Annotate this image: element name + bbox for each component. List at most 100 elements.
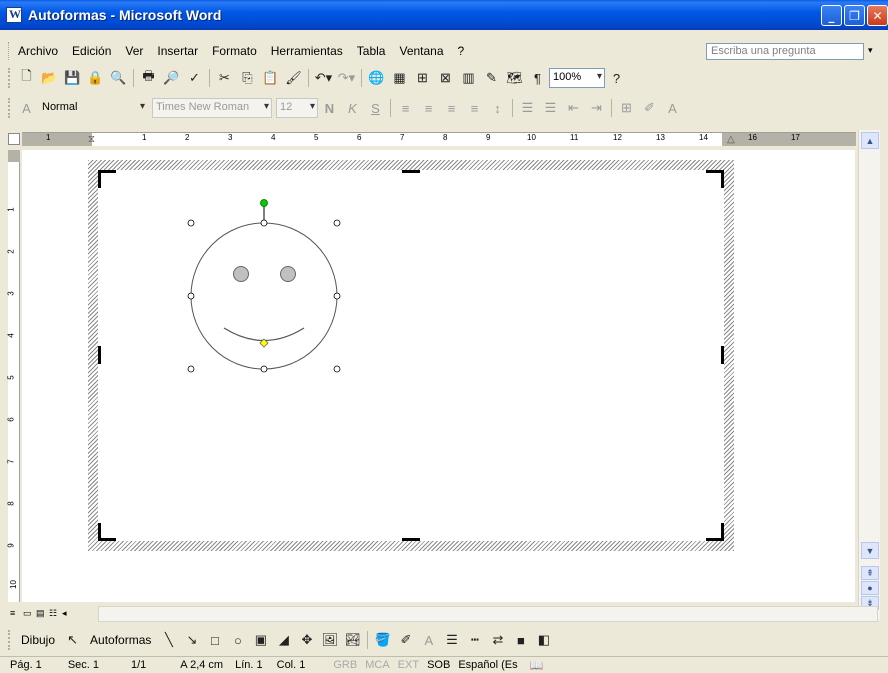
resize-handle[interactable] (333, 219, 341, 227)
print-preview-icon[interactable]: 🔎 (160, 67, 183, 89)
canvas-crop-handle[interactable] (98, 523, 101, 541)
style-select[interactable]: Normal (38, 98, 148, 118)
zoom-select[interactable]: 100% (549, 68, 605, 88)
new-document-icon[interactable]: 🗋 (15, 67, 38, 89)
line-color-icon[interactable]: ✐ (394, 629, 417, 651)
oval-icon[interactable]: ○ (226, 629, 249, 651)
drawing-icon[interactable]: ✎ (480, 67, 503, 89)
styles-formatting-icon[interactable]: A (15, 97, 38, 119)
status-record-macro[interactable]: GRB (305, 659, 357, 671)
toolbar-grip[interactable] (8, 68, 12, 88)
horizontal-scrollbar[interactable] (98, 606, 878, 622)
canvas-crop-handle[interactable] (721, 170, 724, 188)
ask-dropdown-icon[interactable]: ▾ (868, 45, 873, 56)
decrease-indent-icon[interactable]: ⇤ (562, 97, 585, 119)
text-box-icon[interactable]: ▣ (249, 629, 272, 651)
increase-indent-icon[interactable]: ⇥ (585, 97, 608, 119)
toolbar-grip[interactable] (8, 630, 12, 650)
indent-marker-icon[interactable]: ⧖ (88, 134, 95, 145)
font-color-icon[interactable]: A (417, 629, 440, 651)
toolbar-grip[interactable] (8, 98, 12, 118)
document-map-icon[interactable]: 🗺 (503, 67, 526, 89)
resize-handle[interactable] (187, 292, 195, 300)
vertical-ruler[interactable]: 1 2 3 4 5 6 7 8 9 10 (7, 150, 20, 602)
columns-icon[interactable]: ▥ (457, 67, 480, 89)
font-color-icon[interactable]: A (661, 97, 684, 119)
canvas-crop-handle[interactable] (402, 170, 420, 173)
fill-color-icon[interactable]: 🪣 (371, 629, 394, 651)
resize-handle[interactable] (187, 219, 195, 227)
numbering-icon[interactable]: ☰ (516, 97, 539, 119)
insert-picture-icon[interactable]: 🏞 (341, 629, 364, 651)
arrow-style-icon[interactable]: ⇄ (486, 629, 509, 651)
line-spacing-icon[interactable]: ↕ (486, 97, 509, 119)
save-icon[interactable]: 💾 (61, 67, 84, 89)
dash-style-icon[interactable]: ┅ (463, 629, 486, 651)
minimize-icon[interactable]: _ (821, 5, 842, 26)
web-view-icon[interactable]: ▭ (23, 608, 33, 620)
select-browse-object-icon[interactable]: ● (861, 581, 879, 595)
font-size-select[interactable]: 12 (276, 98, 318, 118)
bold-button[interactable]: N (318, 97, 341, 119)
3d-icon[interactable]: ◧ (532, 629, 555, 651)
menu-ventana[interactable]: Ventana (392, 44, 450, 58)
paste-icon[interactable]: 📋 (259, 67, 282, 89)
show-hide-icon[interactable]: ¶ (526, 67, 549, 89)
close-icon[interactable]: ✕ (867, 5, 888, 26)
align-center-icon[interactable]: ≡ (417, 97, 440, 119)
menu-formato[interactable]: Formato (205, 44, 264, 58)
underline-button[interactable]: S (364, 97, 387, 119)
status-track-changes[interactable]: MCA (357, 659, 389, 671)
help-icon[interactable]: ? (605, 67, 628, 89)
menu-archivo[interactable]: Archivo (11, 44, 65, 58)
outline-view-icon[interactable]: ☷ (49, 608, 59, 620)
canvas-crop-handle[interactable] (98, 170, 101, 188)
dibujo-menu[interactable]: Dibujo (15, 633, 61, 647)
spelling-status-icon[interactable]: 📖 (518, 659, 544, 672)
previous-page-icon[interactable]: ⇞ (861, 566, 879, 580)
diagram-icon[interactable]: ✥ (295, 629, 318, 651)
print-icon[interactable]: 🖶 (137, 67, 160, 89)
document-page[interactable] (22, 150, 855, 602)
resize-handle[interactable] (260, 365, 268, 373)
menu-tabla[interactable]: Tabla (350, 44, 393, 58)
bullets-icon[interactable]: ☰ (539, 97, 562, 119)
line-icon[interactable]: ╲ (157, 629, 180, 651)
redo-icon[interactable]: ↷▾ (335, 67, 358, 89)
research-icon[interactable]: 🔍 (107, 67, 130, 89)
select-objects-icon[interactable]: ↖ (61, 629, 84, 651)
italic-button[interactable]: K (341, 97, 364, 119)
scroll-down-icon[interactable]: ▼ (861, 542, 879, 559)
undo-icon[interactable]: ↶▾ (312, 67, 335, 89)
permission-icon[interactable]: 🔒 (84, 67, 107, 89)
menu-insertar[interactable]: Insertar (150, 44, 205, 58)
restore-icon[interactable]: ❐ (844, 5, 865, 26)
tables-borders-icon[interactable]: ▦ (388, 67, 411, 89)
spelling-icon[interactable]: ✓ (183, 67, 206, 89)
hyperlink-icon[interactable]: 🌐 (365, 67, 388, 89)
highlight-icon[interactable]: ✐ (638, 97, 661, 119)
open-icon[interactable]: 📂 (38, 67, 61, 89)
justify-icon[interactable]: ≡ (463, 97, 486, 119)
line-style-icon[interactable]: ☰ (440, 629, 463, 651)
format-painter-icon[interactable]: 🖌 (282, 67, 305, 89)
resize-handle[interactable] (333, 292, 341, 300)
canvas-crop-handle[interactable] (98, 346, 101, 364)
cut-icon[interactable]: ✂ (213, 67, 236, 89)
print-layout-icon[interactable]: ▤ (36, 608, 46, 620)
menu-ver[interactable]: Ver (118, 44, 150, 58)
menu-edicion[interactable]: Edición (65, 44, 118, 58)
normal-view-icon[interactable]: ≡ (10, 608, 20, 620)
menu-herramientas[interactable]: Herramientas (264, 44, 350, 58)
smiley-face-shape[interactable] (182, 195, 352, 380)
canvas-crop-handle[interactable] (402, 538, 420, 541)
canvas-crop-handle[interactable] (721, 523, 724, 541)
resize-handle[interactable] (187, 365, 195, 373)
align-right-icon[interactable]: ≡ (440, 97, 463, 119)
rectangle-icon[interactable]: □ (203, 629, 226, 651)
ask-question-input[interactable]: Escriba una pregunta (706, 43, 864, 60)
canvas-crop-handle[interactable] (721, 346, 724, 364)
border-icon[interactable]: ⊞ (615, 97, 638, 119)
vertical-scrollbar[interactable]: ▲ ▼ ⇞ ● ⇟ (858, 130, 880, 620)
insert-excel-icon[interactable]: ⊠ (434, 67, 457, 89)
